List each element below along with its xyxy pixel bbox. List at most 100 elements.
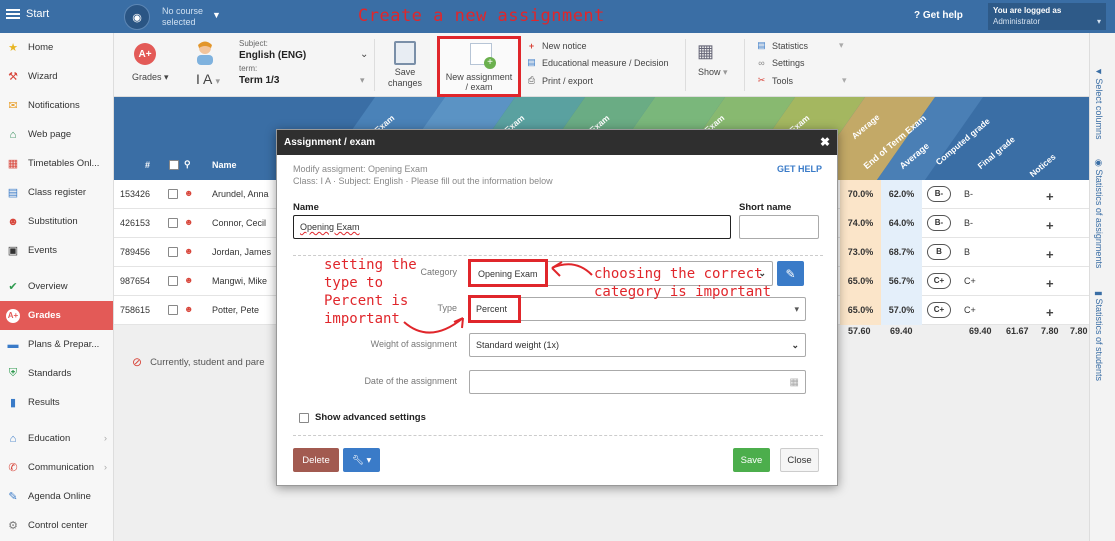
visibility-toggle-icon[interactable]: ⚲ — [184, 159, 191, 170]
course-selector-icon[interactable]: ◉ — [124, 4, 150, 30]
user-menu[interactable]: You are logged as Administrator ▾ — [988, 3, 1106, 30]
new-notice-button[interactable]: + New notice — [526, 40, 587, 51]
new-assignment-button[interactable]: New assignment/ exam — [437, 36, 521, 97]
category-note-line2: category is important — [594, 284, 772, 300]
student-name[interactable]: Connor, Cecil — [212, 218, 266, 228]
save-icon[interactable] — [394, 41, 416, 65]
close-button[interactable]: Close — [780, 448, 819, 472]
select-columns-tab[interactable]: ▼ Select columns — [1094, 67, 1104, 139]
help-link[interactable]: ? Get help — [914, 10, 963, 21]
grades-icon[interactable]: A+ — [134, 43, 156, 65]
sidebar-item-home[interactable]: ★ Home — [0, 33, 113, 62]
sidebar-item-overview[interactable]: ✔ Overview — [0, 272, 113, 301]
row-checkbox[interactable] — [168, 189, 178, 199]
top-bar: Start ◉ No course selected ▼ Create a ne… — [0, 0, 1115, 33]
start-menu-button[interactable]: Start — [6, 8, 49, 20]
col-name-header[interactable]: Name — [212, 160, 237, 170]
student-name[interactable]: Arundel, Anna — [212, 189, 269, 199]
weight-label: Weight of assignment — [370, 339, 457, 349]
student-name[interactable]: Jordan, James — [212, 247, 271, 257]
wrench-dropdown-button[interactable]: 🔧︎ ▾ — [343, 448, 380, 472]
term-value[interactable]: Term 1/3 — [239, 75, 279, 86]
advanced-label: Show advanced settings — [315, 412, 426, 423]
get-help-link[interactable]: GET HELP — [777, 164, 822, 174]
final-grade[interactable]: B- — [964, 218, 973, 228]
date-input[interactable]: ▦ — [469, 370, 806, 394]
education-icon: ⌂ — [9, 432, 17, 445]
row-checkbox[interactable] — [168, 276, 178, 286]
row-checkbox[interactable] — [168, 305, 178, 315]
sidebar-item-grades[interactable]: A+ Grades — [0, 301, 113, 330]
save-changes-button[interactable]: Save changes — [384, 67, 426, 89]
sidebar-item-results[interactable]: ▮ Results — [0, 388, 113, 417]
short-name-input[interactable] — [739, 215, 819, 239]
envelope-icon: ✉ — [8, 100, 18, 112]
sidebar-item-education[interactable]: ⌂ Education › — [0, 424, 113, 453]
edit-category-button[interactable]: ✎ — [777, 261, 804, 286]
sidebar-item-standards[interactable]: ⛨ Standards — [0, 359, 113, 388]
tools-menu[interactable]: ✂ Tools ▾ — [756, 75, 847, 86]
advanced-settings-toggle[interactable]: Show advanced settings — [299, 412, 426, 423]
add-notice-icon[interactable]: + — [1046, 189, 1054, 204]
name-input[interactable]: Opening Exam — [293, 215, 731, 239]
term-dropdown-caret[interactable]: ▾ — [360, 75, 365, 86]
show-dropdown[interactable]: Show ▾ — [698, 67, 728, 78]
final-grade[interactable]: B- — [964, 189, 973, 199]
sidebar-label: Events — [28, 245, 58, 256]
delete-button[interactable]: Delete — [293, 448, 339, 472]
statistics-menu[interactable]: ▤ Statistics ▾ — [756, 40, 843, 51]
class-selector[interactable]: I A ▾ — [196, 71, 220, 87]
final-grade[interactable]: C+ — [964, 305, 976, 315]
close-label: Close — [787, 454, 812, 466]
statistics-students-tab[interactable]: ▮ Statistics of students — [1093, 291, 1104, 381]
start-label: Start — [26, 8, 50, 20]
add-notice-icon[interactable]: + — [1046, 247, 1054, 262]
select-columns-label: Select columns — [1094, 78, 1104, 140]
sidebar-item-events[interactable]: ▣ Events — [0, 236, 113, 265]
sidebar-item-timetables[interactable]: ▦ Timetables Onl... — [0, 149, 113, 178]
subject-dropdown-caret[interactable]: ⌄ — [360, 49, 368, 60]
calendar-icon[interactable]: ▦ — [790, 377, 799, 388]
statistics-assignments-tab[interactable]: ◉ Statistics of assignments — [1093, 159, 1104, 268]
select-all-checkbox[interactable] — [169, 160, 179, 170]
sidebar-item-class-register[interactable]: ▤ Class register — [0, 178, 113, 207]
add-notice-icon[interactable]: + — [1046, 305, 1054, 320]
add-notice-icon[interactable]: + — [1046, 218, 1054, 233]
advanced-checkbox[interactable] — [299, 412, 309, 423]
subject-value[interactable]: English (ENG) — [239, 50, 306, 61]
sidebar-item-communication[interactable]: ✆ Communication › — [0, 453, 113, 482]
grades-dropdown[interactable]: Grades ▾ — [132, 72, 169, 83]
sidebar-item-wizard[interactable]: ⚒ Wizard — [0, 62, 113, 91]
sidebar-item-notifications[interactable]: ✉ Notifications — [0, 91, 113, 120]
type-note-line4: important — [324, 311, 400, 327]
sidebar-item-control-center[interactable]: ⚙ Control center — [0, 511, 113, 540]
caret-down-icon[interactable]: ▼ — [212, 10, 221, 20]
add-notice-icon[interactable]: + — [1046, 276, 1054, 291]
final-grade[interactable]: B — [964, 247, 970, 257]
dialog-subtitle: Modify assigment: Opening Exam Class: I … — [293, 163, 553, 187]
table-grid-icon[interactable]: ▦ — [697, 41, 714, 62]
student-id: 426153 — [120, 218, 151, 228]
weight-select[interactable]: Standard weight (1x) ⌄ — [469, 333, 806, 357]
educational-measure-button[interactable]: ▤ Educational measure / Decision — [526, 57, 668, 68]
statistics-assignments-label: Statistics of assignments — [1094, 169, 1104, 269]
row-checkbox[interactable] — [168, 247, 178, 257]
sidebar-item-plans[interactable]: ▬ Plans & Prepar... — [0, 330, 113, 359]
course-selector[interactable]: No course selected — [162, 6, 203, 28]
save-button[interactable]: Save — [733, 448, 770, 472]
print-export-button[interactable]: ⎙ Print / export — [526, 75, 593, 86]
sidebar-item-substitution[interactable]: ☻ Substitution — [0, 207, 113, 236]
close-icon[interactable]: ✖ — [820, 135, 830, 149]
average-value: 62.0% — [881, 180, 922, 209]
sidebar-item-web-page[interactable]: ⌂ Web page — [0, 120, 113, 149]
row-checkbox[interactable] — [168, 218, 178, 228]
house-icon: ⌂ — [9, 128, 17, 141]
student-name[interactable]: Mangwi, Mike — [212, 276, 267, 286]
sidebar-label: Plans & Prepar... — [28, 339, 100, 350]
settings-menu[interactable]: ∞ Settings — [756, 57, 804, 68]
student-name[interactable]: Potter, Pete — [212, 305, 259, 315]
gear-icon: ⚙ — [8, 520, 18, 532]
grades-icon: A+ — [6, 308, 20, 323]
sidebar-item-agenda[interactable]: ✎ Agenda Online — [0, 482, 113, 511]
final-grade[interactable]: C+ — [964, 276, 976, 286]
